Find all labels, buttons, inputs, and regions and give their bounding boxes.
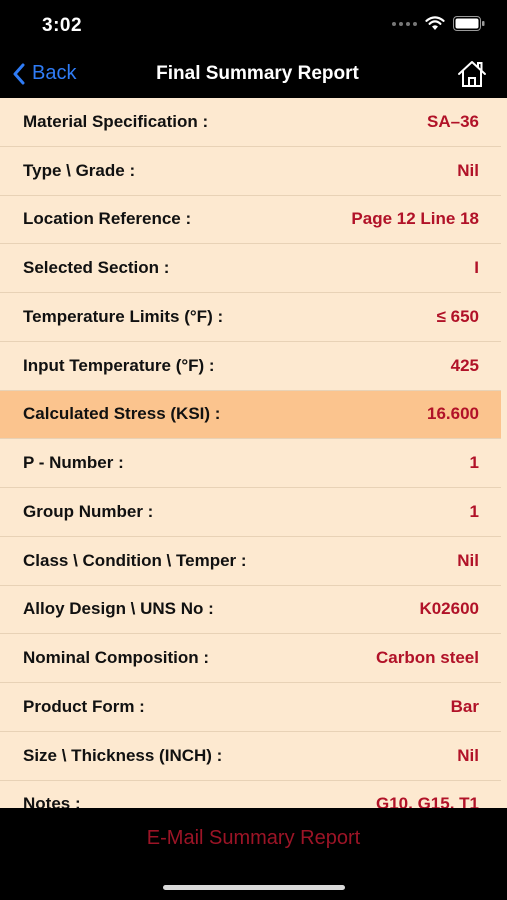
- report-row: Product Form : Bar: [0, 683, 501, 732]
- row-label: Size \ Thickness (INCH) :: [23, 745, 223, 765]
- row-label: Group Number :: [23, 501, 154, 521]
- list-edge: [501, 98, 507, 808]
- email-summary-report-button[interactable]: E-Mail Summary Report: [0, 827, 507, 850]
- row-label: Input Temperature (°F) :: [23, 355, 215, 375]
- row-label: Calculated Stress (KSI) :: [23, 404, 221, 424]
- navigation-bar: Back Final Summary Report: [0, 50, 507, 98]
- row-value: K02600: [419, 599, 479, 619]
- row-label: Selected Section :: [23, 258, 170, 278]
- row-value: 16.600: [427, 404, 479, 424]
- report-row: Temperature Limits (°F) : ≤ 650: [0, 293, 501, 342]
- row-label: Material Specification :: [23, 111, 209, 131]
- row-value: 1: [469, 501, 479, 521]
- report-row: Class \ Condition \ Temper : Nil: [0, 536, 501, 586]
- row-value: G10, G15, T1: [376, 794, 479, 808]
- row-label: Notes :: [23, 794, 81, 808]
- row-label: Nominal Composition :: [23, 648, 210, 668]
- row-value: Nil: [457, 745, 479, 765]
- row-label: P - Number :: [23, 453, 124, 473]
- row-label: Type \ Grade :: [23, 160, 136, 180]
- report-row: Type \ Grade : Nil: [0, 146, 501, 196]
- report-row: Location Reference : Page 12 Line 18: [0, 195, 501, 245]
- row-value: Page 12 Line 18: [351, 209, 479, 229]
- status-icons: [392, 16, 485, 31]
- home-icon: [458, 61, 486, 87]
- row-value: I: [474, 258, 479, 278]
- report-row: Group Number : 1: [0, 488, 501, 537]
- row-label: Location Reference :: [23, 209, 192, 229]
- row-value: ≤ 650: [436, 306, 479, 326]
- row-value: Carbon steel: [376, 648, 479, 668]
- report-row: Notes : G10, G15, T1: [0, 780, 501, 808]
- report-row: Input Temperature (°F) : 425: [0, 341, 501, 391]
- report-row: Calculated Stress (KSI) : 16.600: [0, 390, 501, 440]
- home-button[interactable]: [457, 60, 487, 93]
- report-row: Material Specification : SA–36: [0, 98, 501, 147]
- home-indicator[interactable]: [163, 885, 345, 890]
- row-value: 425: [450, 355, 479, 375]
- status-bar: 3:02: [0, 0, 507, 50]
- signal-icon: [392, 21, 417, 26]
- report-row: Selected Section : I: [0, 244, 501, 293]
- row-label: Class \ Condition \ Temper :: [23, 550, 247, 570]
- page-title: Final Summary Report: [156, 63, 359, 84]
- report-row: P - Number : 1: [0, 439, 501, 488]
- summary-report-list[interactable]: Material Specification : SA–36 Type \ Grad…: [0, 98, 501, 808]
- wifi-icon: [425, 16, 445, 30]
- row-value: SA–36: [427, 111, 479, 131]
- row-label: Alloy Design \ UNS No :: [23, 599, 214, 619]
- battery-icon: [453, 16, 485, 31]
- row-value: Bar: [450, 696, 479, 716]
- report-row: Alloy Design \ UNS No : K02600: [0, 585, 501, 635]
- row-label: Temperature Limits (°F) :: [23, 306, 224, 326]
- row-value: Nil: [457, 160, 479, 180]
- report-row: Size \ Thickness (INCH) : Nil: [0, 731, 501, 781]
- row-value: Nil: [457, 550, 479, 570]
- row-value: 1: [469, 453, 479, 473]
- row-label: Product Form :: [23, 696, 145, 716]
- report-row: Nominal Composition : Carbon steel: [0, 634, 501, 683]
- status-time: 3:02: [42, 15, 83, 36]
